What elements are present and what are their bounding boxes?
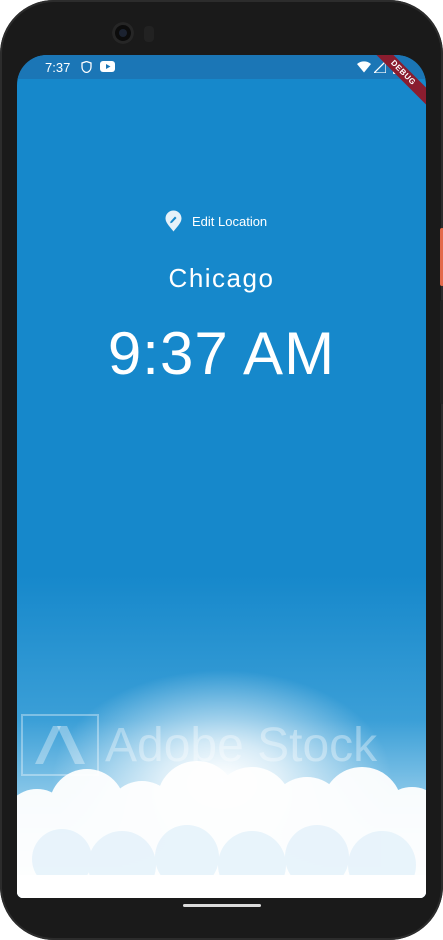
phone-frame: Adobe Stock 7:37 DEBUG Edit Location Chi…: [0, 0, 443, 940]
edit-location-button[interactable]: Edit Location: [165, 208, 267, 234]
city-name: Chicago: [168, 263, 275, 293]
local-time: 9:37 AM: [107, 320, 336, 387]
front-camera: [112, 22, 134, 44]
status-time: 7:37: [45, 60, 71, 75]
edit-location-label: Edit Location: [192, 213, 268, 229]
wifi-icon: [357, 61, 371, 73]
youtube-icon: [100, 61, 115, 72]
edit-location-icon: [165, 210, 182, 232]
stock-watermark: Adobe Stock: [21, 714, 426, 776]
home-indicator[interactable]: [183, 904, 261, 907]
shield-icon: [81, 61, 92, 73]
proximity-sensor: [144, 26, 154, 42]
app-screen: Adobe Stock 7:37 DEBUG Edit Location Chi…: [17, 55, 426, 898]
adobe-logo-icon: [21, 714, 99, 776]
status-bar: 7:37 DEBUG: [17, 55, 426, 110]
watermark-text: Adobe Stock: [105, 718, 378, 772]
